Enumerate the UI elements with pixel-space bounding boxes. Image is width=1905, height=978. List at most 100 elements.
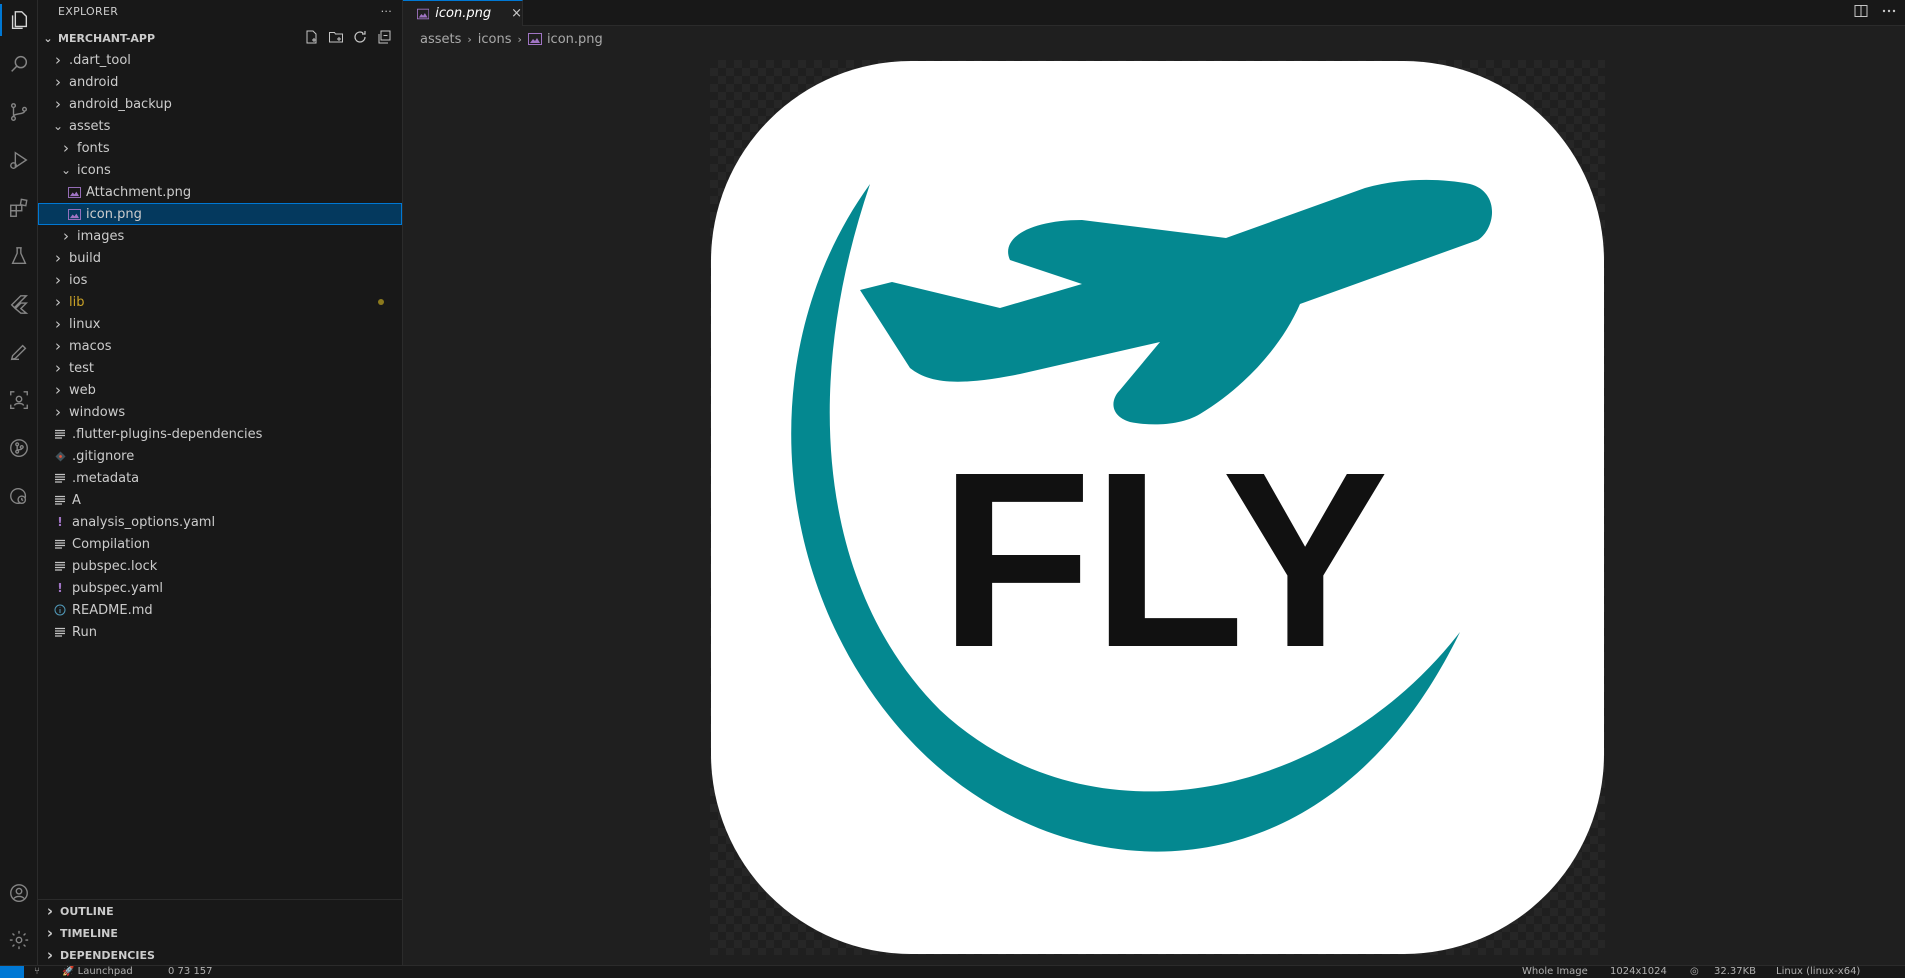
tree-item[interactable]: › ios — [38, 269, 402, 291]
tree-item[interactable]: icon.png — [38, 203, 402, 225]
activity-bar — [0, 0, 38, 965]
tree-item[interactable]: › linux — [38, 313, 402, 335]
tree-item[interactable]: pubspec.lock — [38, 555, 402, 577]
chevron-down-icon: ⌄ — [43, 31, 53, 45]
collapse-all-icon[interactable] — [376, 29, 392, 45]
filesize-status: 32.37KB — [1714, 966, 1757, 977]
zoom-status[interactable]: Whole Image — [1522, 966, 1588, 978]
tree-item[interactable]: A — [38, 489, 402, 511]
tree-item-label: images — [77, 228, 125, 244]
tree-item-label: .metadata — [72, 470, 140, 486]
tree-item[interactable]: .metadata — [38, 467, 402, 489]
tree-item[interactable]: ⌄ icons — [38, 159, 402, 181]
tree-item[interactable]: › images — [38, 225, 402, 247]
tab-label: icon.png — [435, 6, 492, 21]
tree-item-label: pubspec.lock — [72, 558, 158, 574]
editor-tab-bar: icon.png × — [403, 0, 1905, 26]
tree-item-label: README.md — [72, 602, 153, 618]
section-label: DEPENDENCIES — [60, 948, 155, 962]
git-file-icon — [52, 450, 68, 462]
chevron-down-icon: ⌄ — [52, 119, 64, 133]
sidebar-header: EXPLORER ··· — [38, 0, 402, 22]
tree-item[interactable]: › web — [38, 379, 402, 401]
tree-item[interactable]: .flutter-plugins-dependencies — [38, 423, 402, 445]
tree-item[interactable]: › lib — [38, 291, 402, 313]
tree-item-label: linux — [69, 316, 101, 332]
tree-item[interactable]: Compilation — [38, 533, 402, 555]
chevron-right-icon: › — [46, 924, 54, 942]
tree-item[interactable]: › test — [38, 357, 402, 379]
more-actions-icon[interactable] — [1881, 3, 1897, 19]
tree-item[interactable]: › android_backup — [38, 93, 402, 115]
chevron-down-icon: ⌄ — [60, 163, 72, 177]
tree-item[interactable]: › .dart_tool — [38, 49, 402, 71]
section-dependencies[interactable]: › DEPENDENCIES — [38, 944, 402, 966]
split-editor-icon[interactable] — [1853, 3, 1869, 19]
refresh-icon[interactable] — [352, 29, 368, 45]
section-timeline[interactable]: › TIMELINE — [38, 922, 402, 944]
project-name: MERCHANT-APP — [58, 31, 156, 45]
chevron-right-icon: › — [467, 32, 472, 46]
tree-item[interactable]: › build — [38, 247, 402, 269]
tree-item-label: Compilation — [72, 536, 151, 552]
chevron-right-icon: › — [46, 902, 54, 920]
testing-icon[interactable] — [0, 236, 38, 276]
git-history-icon[interactable] — [0, 476, 38, 516]
explorer-icon[interactable] — [0, 0, 38, 40]
tree-item[interactable]: ! pubspec.yaml — [38, 577, 402, 599]
platform-status[interactable]: Linux (linux-x64) — [1776, 966, 1860, 978]
chevron-right-icon: › — [55, 51, 61, 69]
tree-item-label: pubspec.yaml — [72, 580, 163, 596]
git-graph-icon[interactable] — [0, 428, 38, 468]
breadcrumb-item[interactable]: icon.png — [547, 32, 603, 47]
image-file-icon — [66, 208, 82, 220]
search-icon[interactable] — [0, 44, 38, 84]
text-file-icon — [52, 539, 68, 549]
source-control-icon[interactable] — [0, 92, 38, 132]
tree-item[interactable]: Attachment.png — [38, 181, 402, 203]
remote-indicator[interactable] — [0, 966, 24, 978]
tab-icon-png[interactable]: icon.png × — [403, 0, 523, 26]
tree-item[interactable]: README.md — [38, 599, 402, 621]
tree-item-label: android_backup — [69, 96, 172, 112]
chevron-right-icon: › — [63, 139, 69, 157]
tree-item[interactable]: › android — [38, 71, 402, 93]
image-file-icon — [417, 8, 430, 19]
run-debug-icon[interactable] — [0, 140, 38, 180]
pencil-icon[interactable] — [0, 332, 38, 372]
tree-item[interactable]: › macos — [38, 335, 402, 357]
launchpad-status[interactable]: 🚀 Launchpad — [62, 966, 133, 978]
settings-gear-icon[interactable] — [0, 920, 38, 960]
more-actions-icon[interactable]: ··· — [381, 5, 392, 18]
tree-item-label: Run — [72, 624, 97, 640]
breadcrumb-item[interactable]: icons — [478, 32, 512, 47]
chevron-right-icon: › — [55, 271, 61, 289]
project-folder-row[interactable]: ⌄ MERCHANT-APP — [38, 27, 402, 49]
tree-item[interactable]: ! analysis_options.yaml — [38, 511, 402, 533]
tree-item-label: .dart_tool — [69, 52, 131, 68]
tree-item-label: Attachment.png — [86, 184, 192, 200]
image-preview[interactable]: FLY — [710, 60, 1605, 955]
section-outline[interactable]: › OUTLINE — [38, 900, 402, 922]
chevron-right-icon: › — [55, 381, 61, 399]
info-icon — [52, 604, 68, 616]
close-icon[interactable]: × — [511, 6, 522, 21]
project-actions — [304, 29, 392, 45]
accounts-icon[interactable] — [0, 873, 38, 913]
new-file-icon[interactable] — [304, 29, 320, 45]
tree-item-label: icon.png — [86, 206, 142, 222]
flutter-icon[interactable] — [0, 284, 38, 324]
tree-item[interactable]: › fonts — [38, 137, 402, 159]
tree-item-label: macos — [69, 338, 112, 354]
tree-item[interactable]: Run — [38, 621, 402, 643]
tree-item[interactable]: ⌄ assets — [38, 115, 402, 137]
problems-status[interactable]: 0 73 157 — [168, 966, 213, 978]
tree-item-label: ios — [69, 272, 88, 288]
breadcrumb-item[interactable]: assets — [420, 32, 461, 47]
tree-item[interactable]: › windows — [38, 401, 402, 423]
remote-explorer-icon[interactable] — [0, 380, 38, 420]
extensions-icon[interactable] — [0, 188, 38, 228]
copilot-icon[interactable]: ◎ — [1690, 966, 1699, 978]
new-folder-icon[interactable] — [328, 29, 344, 45]
tree-item[interactable]: .gitignore — [38, 445, 402, 467]
